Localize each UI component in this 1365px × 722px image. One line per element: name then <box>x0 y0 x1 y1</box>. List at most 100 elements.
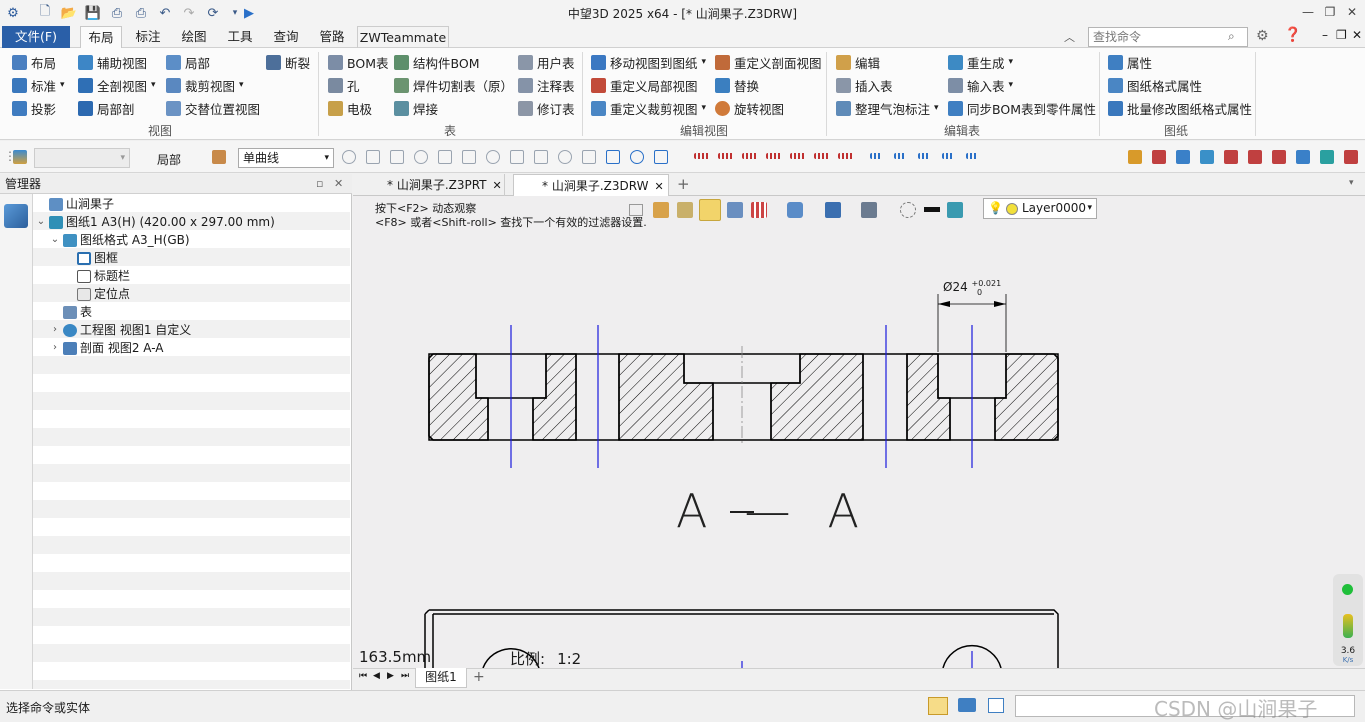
tree-sheet1[interactable]: ⌄ 图纸1 A3(H) (420.00 x 297.00 mm) <box>35 213 275 231</box>
weld-table-button[interactable]: 焊接 <box>394 98 438 118</box>
annotation-tool-icon[interactable] <box>1296 150 1310 164</box>
display-icon[interactable] <box>958 698 976 712</box>
projection-button[interactable]: 投影 <box>12 98 56 118</box>
annotation-tool-icon[interactable] <box>1128 150 1142 164</box>
mdi-close-button[interactable]: ✕ <box>1352 28 1362 42</box>
tab-annotate[interactable]: 标注 <box>128 26 168 48</box>
rotate-view-button[interactable]: 旋转视图 <box>715 98 784 118</box>
properties-button[interactable]: 属性 <box>1108 52 1152 72</box>
close-window-button[interactable]: ✕ <box>1342 3 1362 21</box>
constraint-icon[interactable] <box>742 153 758 159</box>
dimension-style-icon[interactable] <box>894 153 906 159</box>
measure-icon[interactable] <box>654 150 668 164</box>
local-label[interactable]: 局部 <box>157 151 181 168</box>
tree-title-block[interactable]: 标题栏 <box>77 267 130 285</box>
tab-piping[interactable]: 管路 <box>312 26 352 48</box>
tree-sheet-format[interactable]: ⌄ 图纸格式 A3_H(GB) <box>49 231 190 249</box>
close-tab-icon[interactable]: ✕ <box>493 179 502 192</box>
annotation-tool-icon[interactable] <box>1176 150 1190 164</box>
dimension-style-icon[interactable] <box>942 153 954 159</box>
minimize-button[interactable]: — <box>1298 3 1318 21</box>
annotation-tool-icon[interactable] <box>1272 150 1286 164</box>
mdi-restore-button[interactable]: ❐ <box>1336 28 1347 42</box>
detail-view-button[interactable]: 局部 <box>166 52 210 72</box>
electrode-table-button[interactable]: 电极 <box>328 98 372 118</box>
help-icon[interactable]: ❓ <box>1284 27 1301 43</box>
dimension-style-icon[interactable] <box>966 153 978 159</box>
tree-table[interactable]: 表 <box>63 303 92 321</box>
tree-anchor-point[interactable]: 定位点 <box>77 285 130 303</box>
tab-layout[interactable]: 布局 <box>80 26 122 49</box>
sync-bom-button[interactable]: 同步BOM表到零件属性 <box>948 98 1096 118</box>
search-icon[interactable]: ⌕ <box>1228 29 1235 44</box>
tangent-snap-icon[interactable] <box>438 150 452 164</box>
tab-list-icon[interactable]: ▾ <box>1349 178 1354 188</box>
line-type-select[interactable]: 单曲线 ▾ <box>238 148 334 168</box>
batch-sheet-format-button[interactable]: 批量修改图纸格式属性 <box>1108 98 1252 118</box>
constraint-icon[interactable] <box>814 153 830 159</box>
edit-table-button[interactable]: 编辑 <box>836 52 880 72</box>
collapse-ribbon-icon[interactable]: ︿ <box>1064 29 1075 45</box>
pick-mode-icon[interactable] <box>212 150 226 164</box>
filter-select[interactable]: ▾ <box>34 148 130 168</box>
diameter-icon[interactable] <box>606 150 620 164</box>
chevron-right-icon[interactable]: › <box>49 321 61 339</box>
gear-snap-icon[interactable] <box>342 150 356 164</box>
drawing-canvas[interactable]: 按下<F2> 动态观察 <F8> 或者<Shift-roll> 查找下一个有效的… <box>353 196 1365 668</box>
annotation-tool-icon[interactable] <box>1344 150 1358 164</box>
annotation-tool-icon[interactable] <box>1200 150 1214 164</box>
weldment-bom-button[interactable]: 结构件BOM <box>394 52 479 72</box>
redefine-section-view-button[interactable]: 重定义剖面视图 <box>715 52 822 72</box>
dimension-text[interactable]: Ø24 +0.021 0 <box>943 279 1001 297</box>
layout-button[interactable]: 布局 <box>12 52 56 72</box>
auxiliary-view-button[interactable]: 辅助视图 <box>78 52 147 72</box>
tab-inquire[interactable]: 查询 <box>266 26 306 48</box>
curve-snap-icon[interactable] <box>534 150 548 164</box>
constraint-icon[interactable] <box>766 153 782 159</box>
tab-tools[interactable]: 工具 <box>220 26 260 48</box>
section-view-a-a[interactable] <box>428 325 1059 468</box>
slash-snap-icon[interactable] <box>582 150 596 164</box>
arrange-balloons-button[interactable]: 整理气泡标注 ▾ <box>836 98 939 118</box>
next-sheet-icon[interactable]: ▶ <box>387 671 394 681</box>
dimension-style-icon[interactable] <box>870 153 882 159</box>
new-tab-icon[interactable]: + <box>677 175 690 193</box>
tab-draw[interactable]: 绘图 <box>174 26 214 48</box>
regenerate-button[interactable]: 重生成 ▾ <box>948 52 1013 72</box>
list-view-icon[interactable] <box>988 698 1004 713</box>
line-snap-icon[interactable] <box>414 150 428 164</box>
full-section-view-button[interactable]: 全剖视图 ▾ <box>78 75 156 95</box>
play-snap-icon[interactable] <box>366 150 380 164</box>
arc-snap-icon[interactable] <box>486 150 500 164</box>
constraint-icon[interactable] <box>694 153 710 159</box>
crop-view-button[interactable]: 裁剪视图 ▾ <box>166 75 244 95</box>
chevron-right-icon[interactable]: › <box>49 339 61 357</box>
constraint-icon[interactable] <box>718 153 734 159</box>
add-sheet-icon[interactable]: + <box>473 669 485 685</box>
alternate-position-view-button[interactable]: 交替位置视图 <box>166 98 260 118</box>
close-tab-icon[interactable]: ✕ <box>654 180 663 193</box>
filter-icon[interactable] <box>13 150 27 164</box>
circle-snap-icon[interactable] <box>462 150 476 164</box>
revision-table-button[interactable]: 修订表 <box>518 98 575 118</box>
annotation-tool-icon[interactable] <box>1224 150 1238 164</box>
first-sheet-icon[interactable]: ⏮ <box>359 671 367 681</box>
close-panel-icon[interactable]: ✕ <box>334 174 343 194</box>
mdi-minimize-button[interactable]: – <box>1322 28 1328 42</box>
tree-section-view2[interactable]: › 剖面 视图2 A-A <box>49 339 164 357</box>
arc2-snap-icon[interactable] <box>558 150 572 164</box>
radius-icon[interactable] <box>630 150 644 164</box>
sheet-tab-1[interactable]: 图纸1 <box>415 668 467 688</box>
local-section-button[interactable]: 局部剖 <box>78 98 135 118</box>
bom-table-button[interactable]: BOM表 <box>328 52 388 72</box>
redefine-detail-view-button[interactable]: 重定义局部视图 <box>591 75 698 95</box>
settings-gear-icon[interactable]: ⚙ <box>1256 28 1269 44</box>
move-view-to-sheet-button[interactable]: 移动视图到图纸 ▾ <box>591 52 706 72</box>
sheet-format-properties-button[interactable]: 图纸格式属性 <box>1108 75 1202 95</box>
tree-frame[interactable]: 图框 <box>77 249 118 267</box>
weld-cut-table-button[interactable]: 焊件切割表（原） <box>394 75 513 95</box>
insert-table-button[interactable]: 插入表 <box>836 75 893 95</box>
constraint-icon[interactable] <box>790 153 806 159</box>
standard-view-button[interactable]: 标准 ▾ <box>12 75 65 95</box>
doc-tab-part[interactable]: * 山涧果子.Z3PRT ✕ <box>379 174 505 196</box>
